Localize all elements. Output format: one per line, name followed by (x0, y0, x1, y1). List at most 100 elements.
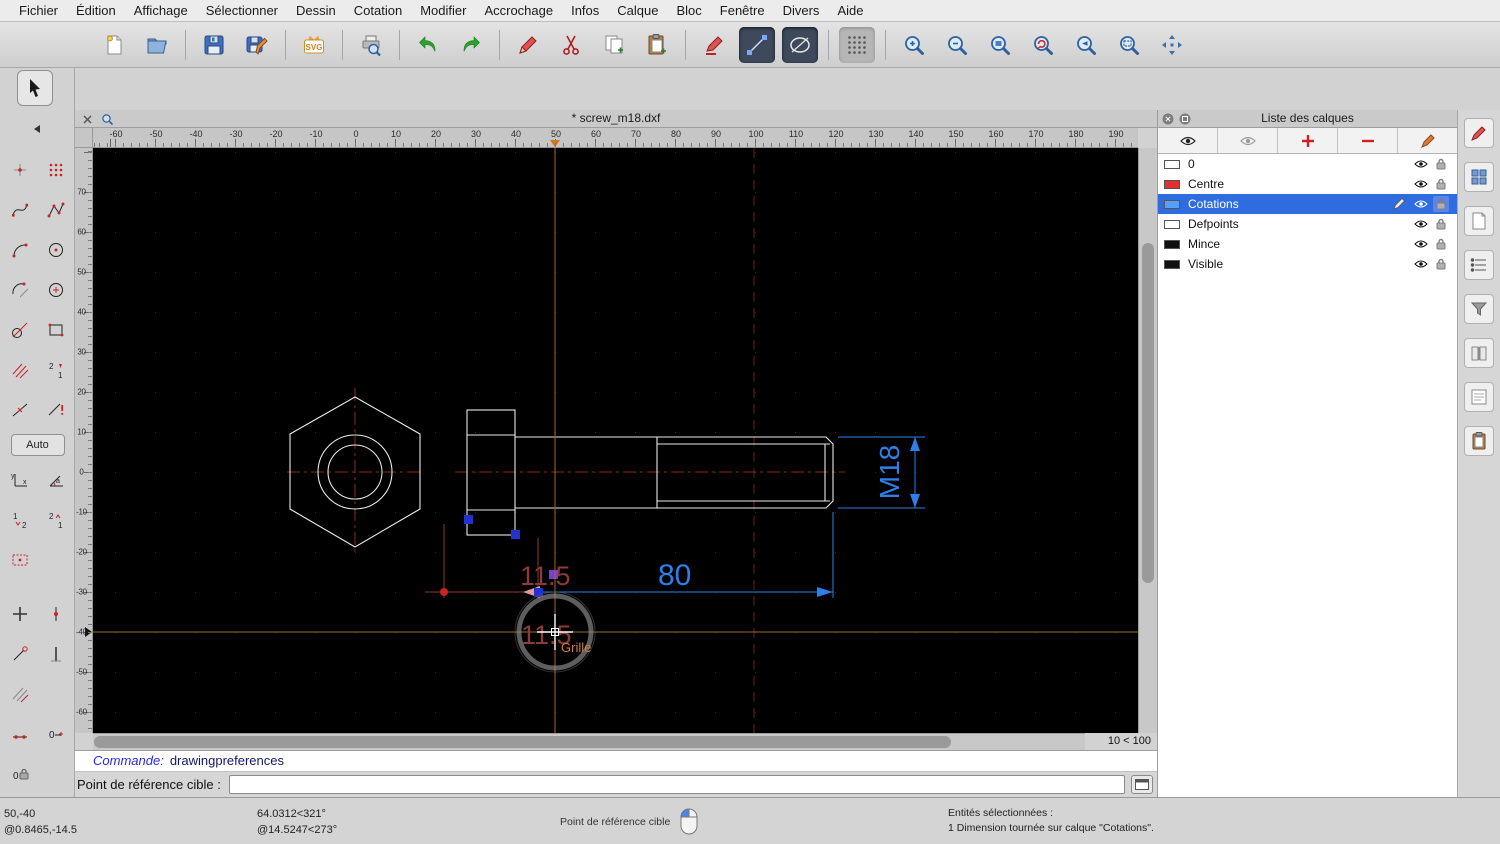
show-all-layers-button[interactable] (1158, 128, 1218, 153)
layer-visibility-icon[interactable] (1413, 216, 1429, 232)
tool-line-tangent[interactable] (4, 314, 36, 346)
command-keyboard-toggle[interactable] (1131, 775, 1153, 794)
zoom-pan-button[interactable] (1154, 27, 1190, 63)
dock-clipboard-button[interactable] (1464, 426, 1494, 456)
layer-color-swatch[interactable] (1164, 219, 1180, 229)
tool-draw-points[interactable] (40, 154, 72, 186)
tool-polyline[interactable] (40, 194, 72, 226)
command-history[interactable]: Commande: drawingpreferences (75, 750, 1157, 772)
panel-detach-button[interactable] (1179, 113, 1191, 125)
menu-item-dessin[interactable]: Dessin (287, 3, 345, 18)
hide-all-layers-button[interactable] (1218, 128, 1278, 153)
command-input[interactable] (228, 775, 1125, 794)
undo-button[interactable] (410, 27, 446, 63)
layer-edit-icon[interactable] (1391, 196, 1407, 212)
zoom-previous-button[interactable] (1068, 27, 1104, 63)
layer-color-swatch[interactable] (1164, 159, 1180, 169)
menu-item-fichier[interactable]: Fichier (10, 3, 67, 18)
layer-visibility-icon[interactable] (1413, 196, 1429, 212)
layer-row-visible[interactable]: Visible (1158, 254, 1457, 274)
snap-angle-button[interactable] (4, 678, 36, 710)
horizontal-scrollbar[interactable] (93, 733, 1085, 750)
copy-button[interactable] (596, 27, 632, 63)
dock-command-log-button[interactable] (1464, 382, 1494, 412)
tool-circle-center[interactable] (40, 274, 72, 306)
zoom-window-button[interactable] (1111, 27, 1147, 63)
layer-lock-icon[interactable] (1433, 216, 1449, 232)
vertical-scrollbar-thumb[interactable] (1142, 243, 1154, 583)
tool-draw-point[interactable] (4, 154, 36, 186)
snap-free-button[interactable] (4, 598, 36, 630)
layer-row-defpoints[interactable]: Defpoints (1158, 214, 1457, 234)
menu-item-fenêtre[interactable]: Fenêtre (711, 3, 774, 18)
new-document-button[interactable] (96, 27, 132, 63)
tool-angle[interactable]: a (40, 464, 72, 496)
menu-item-cotation[interactable]: Cotation (345, 3, 411, 18)
menu-item-calque[interactable]: Calque (608, 3, 667, 18)
zoom-in-button[interactable] (896, 27, 932, 63)
delete-selected-button[interactable] (510, 27, 546, 63)
tool-hatch[interactable] (4, 354, 36, 386)
svg-export-button[interactable]: SVG (296, 27, 332, 63)
select-tool-button[interactable] (17, 70, 53, 106)
cut-button[interactable] (553, 27, 589, 63)
tool-rectangle[interactable] (40, 314, 72, 346)
document-tab-title[interactable]: * screw_m18.dxf (75, 110, 1157, 127)
dock-layer-page-button[interactable] (1464, 206, 1494, 236)
dock-entity-list-button[interactable] (1464, 250, 1494, 280)
tool-coordinates[interactable]: yx (4, 464, 36, 496)
palette-collapse-button[interactable] (27, 122, 47, 136)
zoom-out-button[interactable] (939, 27, 975, 63)
layer-row-centre[interactable]: Centre (1158, 174, 1457, 194)
menu-item-infos[interactable]: Infos (562, 3, 608, 18)
menu-item-affichage[interactable]: Affichage (125, 3, 197, 18)
layer-lock-icon[interactable] (1433, 176, 1449, 192)
layer-lock-icon[interactable] (1433, 256, 1449, 272)
tool-arc-tangent[interactable] (4, 274, 36, 306)
tool-select-region[interactable] (4, 544, 36, 576)
menu-item-édition[interactable]: Édition (67, 3, 125, 18)
tool-measure[interactable] (40, 394, 72, 426)
tool-circle[interactable] (40, 234, 72, 266)
tool-sequence-12[interactable]: 12 (4, 504, 36, 536)
auto-snap-button[interactable]: Auto (10, 434, 65, 456)
layer-lock-icon[interactable] (1433, 236, 1449, 252)
dock-pen-palette-button[interactable] (1464, 118, 1494, 148)
snap-endpoint-button[interactable] (4, 638, 36, 670)
layer-lock-icon[interactable] (1433, 196, 1449, 212)
layer-color-swatch[interactable] (1164, 179, 1180, 189)
layer-row-mince[interactable]: Mince (1158, 234, 1457, 254)
save-button[interactable] (196, 27, 232, 63)
snap-middle-button[interactable] (40, 598, 72, 630)
drawing-canvas[interactable]: 11.5 80 M18 11.5 Grille (93, 148, 1138, 733)
edit-layer-button[interactable] (1398, 128, 1457, 153)
add-layer-button[interactable] (1278, 128, 1338, 153)
tool-divide[interactable] (4, 394, 36, 426)
set-relative-zero-button[interactable]: 0 (40, 718, 72, 750)
layer-visibility-icon[interactable] (1413, 176, 1429, 192)
zoom-auto-button[interactable] (982, 27, 1018, 63)
tool-arc[interactable] (4, 234, 36, 266)
menu-item-accrochage[interactable]: Accrochage (475, 3, 562, 18)
pen-button[interactable] (696, 27, 732, 63)
print-preview-button[interactable] (353, 27, 389, 63)
menu-item-bloc[interactable]: Bloc (667, 3, 710, 18)
open-file-button[interactable] (139, 27, 175, 63)
menu-item-divers[interactable]: Divers (774, 3, 829, 18)
layer-visibility-icon[interactable] (1413, 256, 1429, 272)
menu-item-sélectionner[interactable]: Sélectionner (197, 3, 287, 18)
layer-visibility-icon[interactable] (1413, 156, 1429, 172)
dock-block-list-button[interactable] (1464, 162, 1494, 192)
tool-draw-order[interactable]: 21 (40, 354, 72, 386)
zoom-redraw-button[interactable] (1025, 27, 1061, 63)
layer-row-0[interactable]: 0 (1158, 154, 1457, 174)
layer-color-swatch[interactable] (1164, 239, 1180, 249)
layer-row-cotations[interactable]: Cotations (1158, 194, 1457, 214)
layer-color-swatch[interactable] (1164, 199, 1180, 209)
remove-layer-button[interactable] (1338, 128, 1398, 153)
draw-ellipse-button[interactable] (782, 26, 818, 63)
save-as-button[interactable] (239, 27, 275, 63)
menu-item-aide[interactable]: Aide (828, 3, 872, 18)
layer-lock-icon[interactable] (1433, 156, 1449, 172)
restrict-vertical-button[interactable] (40, 638, 72, 670)
